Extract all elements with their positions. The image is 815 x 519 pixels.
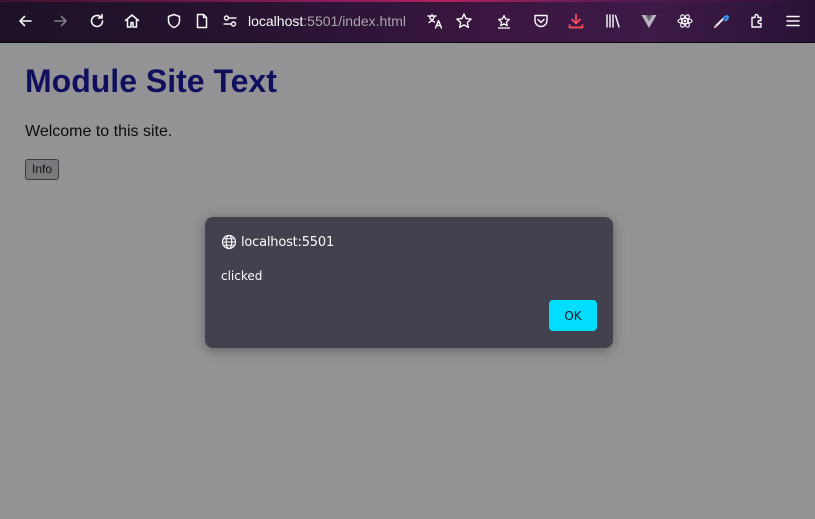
page-icon <box>196 13 208 29</box>
extensions-icon <box>751 13 762 28</box>
color-picker-button[interactable] <box>706 6 736 36</box>
vue-devtools-icon <box>641 15 657 28</box>
forward-button[interactable] <box>46 6 76 36</box>
download-icon <box>568 13 584 29</box>
dialog-host: localhost:5501 <box>241 234 335 250</box>
shield-icon <box>167 13 181 29</box>
reload-button[interactable] <box>82 6 112 36</box>
globe-icon <box>221 234 237 250</box>
save-to-pocket-icon <box>534 14 548 28</box>
back-arrow-icon <box>19 15 32 27</box>
back-button[interactable] <box>10 6 40 36</box>
permissions-button[interactable] <box>215 6 245 36</box>
translate-button[interactable] <box>420 6 450 36</box>
permissions-icon <box>223 15 237 27</box>
ok-button[interactable]: OK <box>549 300 597 331</box>
reload-icon <box>90 13 104 28</box>
library-icon <box>606 14 620 28</box>
vue-devtools-button[interactable] <box>634 6 664 36</box>
welcome-text: Welcome to this site. <box>25 123 173 140</box>
browser-toolbar: localhost:5501/index.html <box>0 0 815 43</box>
bookmark-star-icon <box>456 13 472 29</box>
dialog-message: clicked <box>221 269 263 283</box>
menu-icon <box>786 15 800 27</box>
pocket-star-icon <box>497 14 511 29</box>
page-title: Module Site Text <box>25 63 277 99</box>
downloads-button[interactable] <box>561 6 591 36</box>
alert-dialog: localhost:5501 clicked OK <box>205 217 613 348</box>
site-info-button[interactable] <box>187 6 217 36</box>
react-devtools-button[interactable] <box>670 6 700 36</box>
home-button[interactable] <box>117 6 147 36</box>
library-button[interactable] <box>598 6 628 36</box>
info-button[interactable]: Info <box>25 159 60 180</box>
tracking-protection-button[interactable] <box>159 6 189 36</box>
dialog-header: localhost:5501 <box>221 233 334 251</box>
extensions-button[interactable] <box>742 6 772 36</box>
url-host: localhost <box>248 13 304 29</box>
color-picker-icon <box>713 15 729 29</box>
url-field[interactable]: localhost:5501/index.html <box>248 13 406 29</box>
react-devtools-icon <box>677 14 693 28</box>
forward-arrow-icon <box>54 15 67 27</box>
bookmark-button[interactable] <box>449 6 479 36</box>
save-to-pocket-button[interactable] <box>526 6 556 36</box>
translate-icon <box>427 13 443 29</box>
url-path: :5501/index.html <box>303 13 406 29</box>
pocket-list-button[interactable] <box>489 6 519 36</box>
toolbar-accent-line <box>0 0 815 2</box>
home-icon <box>124 14 140 28</box>
app-menu-button[interactable] <box>778 6 808 36</box>
